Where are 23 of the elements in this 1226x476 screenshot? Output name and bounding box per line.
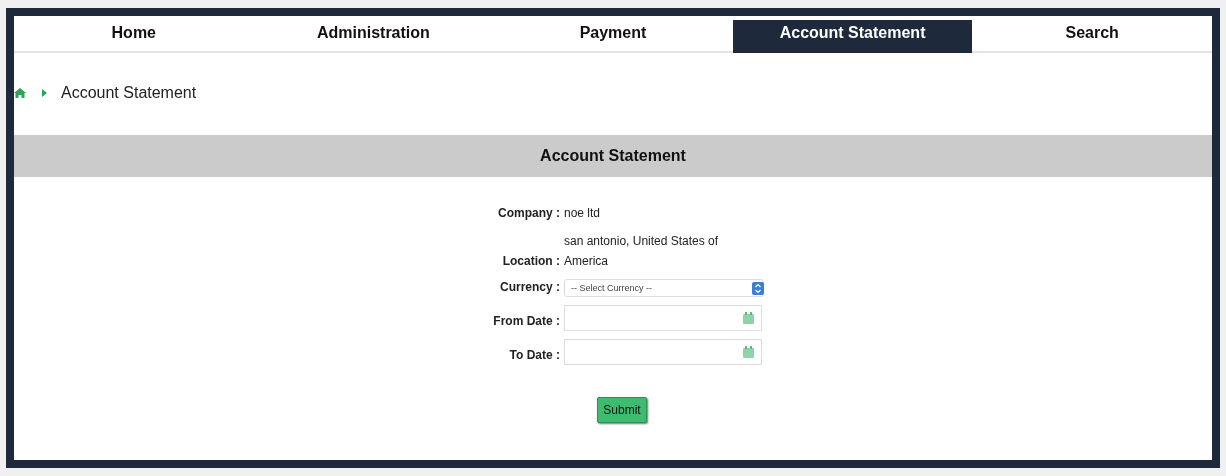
currency-select[interactable]: -- Select Currency -- (564, 279, 764, 297)
field-label: Company : (497, 205, 560, 222)
nav-tab[interactable]: Administration (253, 20, 494, 53)
date-field[interactable] (564, 305, 762, 331)
chevron-icon (42, 89, 47, 97)
panel-header: Account Statement (14, 135, 1212, 177)
home-icon[interactable] (14, 88, 26, 98)
field-label: Currency : (498, 279, 560, 296)
calendar-icon[interactable] (743, 312, 754, 324)
field-value: noe ltd (564, 205, 602, 222)
field-label: To Date : (508, 347, 560, 364)
date-field[interactable] (564, 339, 762, 365)
nav-tab[interactable]: Home (14, 20, 254, 53)
calendar-icon[interactable] (743, 346, 754, 358)
submit-button[interactable]: Submit (597, 397, 647, 423)
field-value: san antonio, United States of America (564, 233, 720, 270)
nav-tab[interactable]: Search (972, 20, 1212, 53)
field-label: Location : (501, 253, 560, 270)
breadcrumb-current: Account Statement (61, 84, 197, 102)
stepper-icon (752, 281, 764, 295)
field-label: From Date : (492, 313, 560, 330)
nav-tab[interactable]: Account Statement (732, 20, 973, 53)
nav-tab[interactable]: Payment (493, 20, 733, 53)
